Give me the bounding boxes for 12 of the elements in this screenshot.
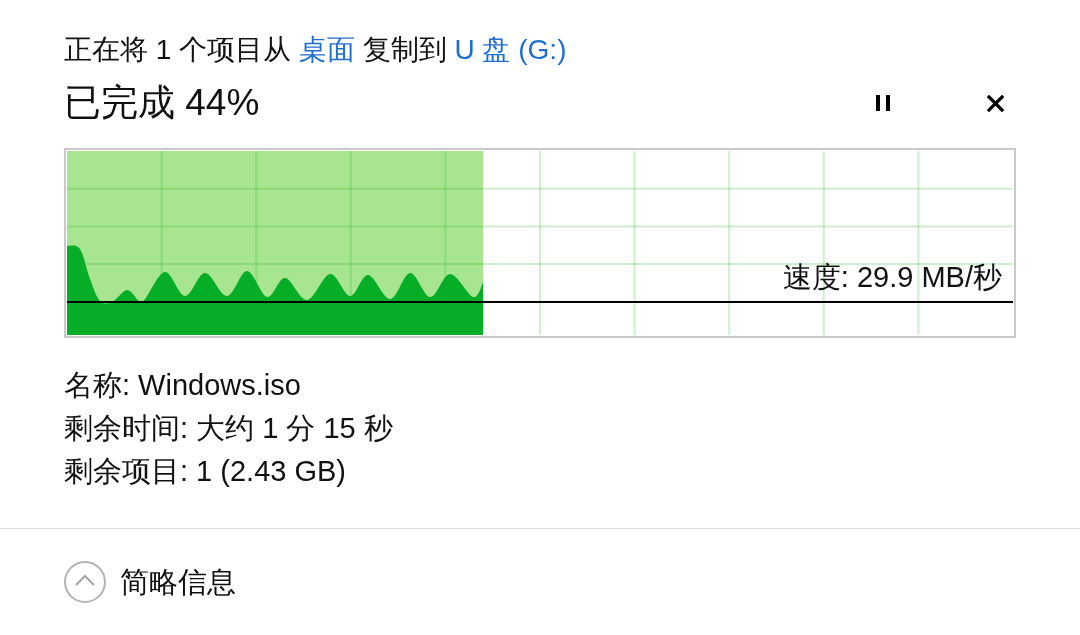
location-link[interactable]: U 盘 (G:) <box>454 34 567 65</box>
detail-text: 剩余项目: 1 (2.43 GB) <box>64 454 347 489</box>
location-link[interactable]: 桌面 <box>298 34 355 65</box>
detail-text: 剩余时间: 大约 1 分 15 秒 <box>64 411 394 446</box>
details-toggle[interactable]: 简略信息 <box>64 561 236 603</box>
detail-text: 名称: Windows.iso <box>64 368 302 403</box>
close-icon <box>986 94 1004 112</box>
chevron-up-circle-icon <box>64 561 106 603</box>
pause-icon <box>876 95 890 111</box>
speed-label: 速度: 29.9 MB/秒 <box>782 260 1002 294</box>
copy-status-text: 正在将 1 个项目从 桌面 复制到 U 盘 (G:) <box>64 33 568 67</box>
progress-title: 已完成 44% <box>64 82 261 124</box>
